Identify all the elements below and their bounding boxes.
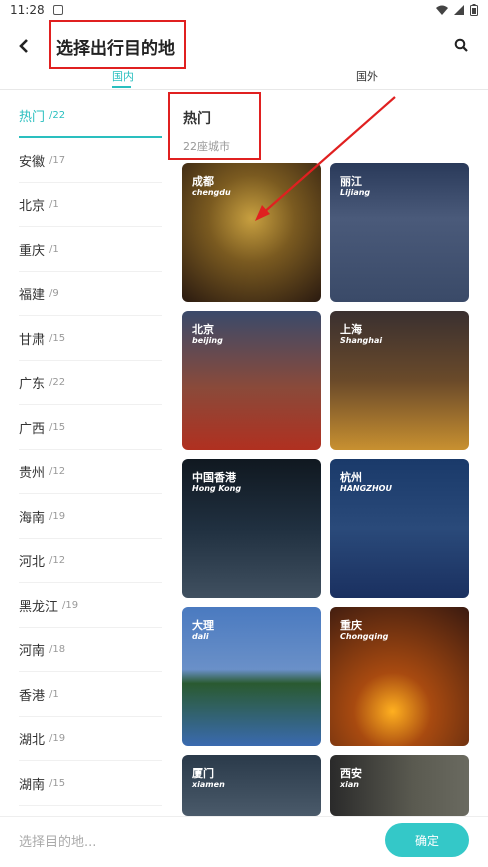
search-icon [454,38,468,52]
city-name: 厦门 [192,767,214,780]
city-name-en: HANGZHOU [340,484,392,493]
sidebar-item-guangdong[interactable]: 广东/22 [19,361,162,405]
sidebar-item-label: 安徽 [19,155,46,170]
sidebar-item-label: 湖北 [19,733,46,748]
sidebar-item-label: 广西 [19,422,46,437]
wifi-icon [436,5,448,15]
city-card-chongqing[interactable]: 重庆 Chongqing [330,607,469,746]
city-name: 西安 [340,767,362,780]
sidebar-item-count: /17 [49,155,66,166]
bottom-bar: 确定 [0,816,488,867]
sidebar-item-count: /19 [49,733,66,744]
back-button[interactable] [2,24,46,68]
sidebar-item-guizhou[interactable]: 贵州/12 [19,450,162,494]
sidebar-item-count: /12 [49,555,66,566]
city-name: 北京 [192,323,214,336]
destination-input[interactable] [19,831,319,853]
section-annotation-box [168,92,261,160]
city-card-chengdu[interactable]: 成都 chengdu [182,163,321,302]
sidebar-item-count: /22 [49,377,66,388]
city-card-shanghai[interactable]: 上海 Shanghai [330,311,469,450]
sidebar-item-anhui[interactable]: 安徽/17 [19,139,162,183]
sidebar-item-count: /15 [49,778,66,789]
city-card-hongkong[interactable]: 中国香港 Hong Kong [182,459,321,598]
sidebar-item-hebei[interactable]: 河北/12 [19,539,162,583]
sidebar-item-count: /19 [49,511,66,522]
sidebar-item-label: 河南 [19,644,46,659]
city-card-beijing[interactable]: 北京 beijing [182,311,321,450]
sidebar-item-hot[interactable]: 热门/22 [19,94,162,138]
city-name-en: beijing [192,336,223,345]
sidebar-item-label: 贵州 [19,466,46,481]
sidebar-item-gansu[interactable]: 甘肃/15 [19,317,162,361]
city-name-en: Shanghai [340,336,383,345]
sidebar-item-label: 重庆 [19,244,46,259]
city-name: 大理 [192,619,214,632]
city-name: 重庆 [340,619,362,632]
city-name-en: xiamen [192,780,225,789]
city-name: 丽江 [340,175,362,188]
city-name-en: chengdu [192,188,231,197]
sidebar-item-count: /1 [49,689,59,700]
sidebar-item-hongkong[interactable]: 香港/1 [19,673,162,717]
city-name: 成都 [192,175,214,188]
sidebar-item-label: 海南 [19,511,46,526]
sidebar-item-guangxi[interactable]: 广西/15 [19,406,162,450]
sidebar-item-count: /1 [49,244,59,255]
tab-bar: 国内 国外 [0,68,488,90]
sidebar-item-count: /22 [49,109,66,121]
sidebar-item-hunan[interactable]: 湖南/15 [19,762,162,806]
tab-domestic[interactable]: 国内 [112,68,134,84]
back-arrow-icon [19,39,28,53]
sidebar-item-label: 甘肃 [19,333,46,348]
sidebar-item-count: /15 [49,333,66,344]
sidebar-item-heilongjiang[interactable]: 黑龙江/19 [19,584,162,628]
sidebar-item-label: 香港 [19,689,46,704]
city-card-xiamen[interactable]: 厦门 xiamen [182,755,321,816]
city-card-lijiang[interactable]: 丽江 Lijiang [330,163,469,302]
title-annotation-box [49,20,186,69]
tab-active-indicator [112,86,131,88]
province-sidebar[interactable]: 热门/22 安徽/17 北京/1 重庆/1 福建/9 甘肃/15 广东/22 广… [0,94,170,816]
city-card-hangzhou[interactable]: 杭州 HANGZHOU [330,459,469,598]
tab-overseas[interactable]: 国外 [356,68,378,84]
city-card-xian[interactable]: 西安 xian [330,755,469,816]
search-button[interactable] [446,30,476,60]
sidebar-item-count: /18 [49,644,66,655]
sidebar-item-label: 福建 [19,288,46,303]
notification-icon [52,5,63,15]
sidebar-item-count: /15 [49,422,66,433]
signal-icon [454,5,464,15]
city-name-en: xian [340,780,359,789]
city-name: 中国香港 [192,471,236,484]
sidebar-item-label: 广东 [19,377,46,392]
sidebar-item-count: /1 [49,199,59,210]
city-name-en: Lijiang [340,188,371,197]
sidebar-item-beijing[interactable]: 北京/1 [19,183,162,227]
sidebar-item-label: 河北 [19,555,46,570]
sidebar-item-hubei[interactable]: 湖北/19 [19,717,162,761]
sidebar-item-count: /19 [62,600,79,611]
city-name-en: dali [192,632,209,641]
confirm-button[interactable]: 确定 [385,823,469,857]
city-name: 杭州 [340,471,362,484]
sidebar-item-count: /12 [49,466,66,477]
sidebar-item-henan[interactable]: 河南/18 [19,628,162,672]
sidebar-item-label: 黑龙江 [19,600,59,615]
sidebar-item-label: 湖南 [19,778,46,793]
city-name-en: Hong Kong [192,484,242,493]
city-name: 上海 [340,323,362,336]
sidebar-item-chongqing[interactable]: 重庆/1 [19,228,162,272]
sidebar-item-label: 热门 [19,109,46,125]
sidebar-item-label: 北京 [19,199,46,214]
sidebar-item-fujian[interactable]: 福建/9 [19,272,162,316]
sidebar-item-count: /9 [49,288,59,299]
status-bar: 11:28 [0,0,488,20]
sidebar-item-hainan[interactable]: 海南/19 [19,495,162,539]
battery-icon [470,4,478,16]
city-card-dali[interactable]: 大理 dali [182,607,321,746]
status-time: 11:28 [10,3,45,17]
city-name-en: Chongqing [340,632,389,641]
